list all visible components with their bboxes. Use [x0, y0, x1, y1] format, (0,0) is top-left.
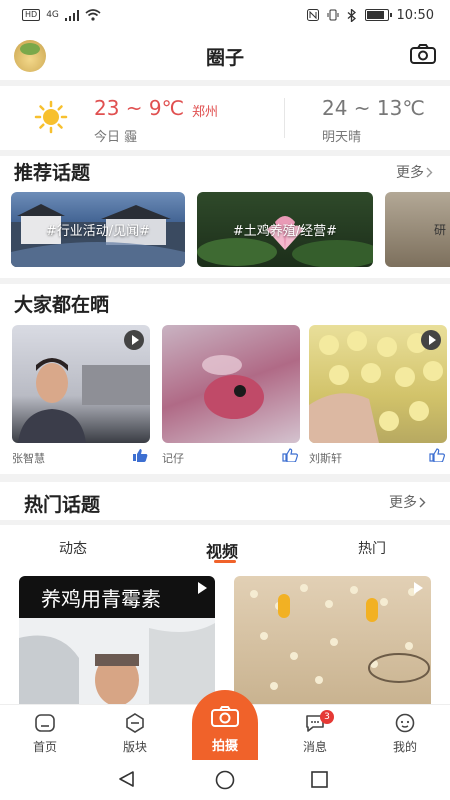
post-username: 刘斯轩	[309, 452, 342, 465]
sun-icon	[34, 100, 68, 134]
home-button-icon[interactable]	[215, 770, 235, 790]
app-screen: HD 4G 10:50 圈子 23 ~ 9℃ 郑州 今日 霾 24 ~ 13℃ …	[0, 0, 450, 800]
profile-icon	[395, 713, 415, 733]
recommended-topics-title: 推荐话题	[14, 162, 91, 184]
battery-icon	[364, 9, 392, 21]
message-badge: 3	[320, 710, 334, 724]
topic-card-chicken-farming[interactable]: #土鸡养殖/经营#	[197, 192, 373, 267]
system-nav-bar	[0, 760, 450, 800]
video-card[interactable]: 养鸡用青霉素	[19, 576, 215, 704]
wifi-icon	[85, 9, 101, 21]
shoot-button[interactable]: 拍摄	[192, 690, 258, 760]
chick-farm-frame	[250, 584, 430, 690]
page-title: 圈子	[205, 46, 244, 69]
nav-label: 首页	[32, 740, 57, 754]
clock: 10:50	[396, 7, 434, 23]
top-app-bar: 圈子	[0, 30, 450, 82]
nfc-icon	[306, 9, 319, 21]
post-username: 记仔	[162, 452, 184, 465]
tab-video[interactable]: 视频	[206, 538, 238, 562]
nav-item-home[interactable]: 首页	[10, 705, 80, 761]
tab-hot[interactable]: 热门	[358, 538, 386, 558]
chick-avatar-icon[interactable]	[14, 40, 46, 72]
topic-card-industry[interactable]: #行业活动/见闻#	[11, 192, 185, 267]
shoot-label: 拍摄	[211, 739, 238, 754]
divider	[0, 80, 450, 86]
topic-label: #行业活动/见闻#	[45, 224, 151, 239]
recents-icon[interactable]	[311, 771, 328, 788]
status-bar: HD 4G 10:50	[0, 0, 450, 30]
video-caption-bar: 养鸡用青霉素	[19, 576, 215, 618]
post-photo[interactable]	[12, 325, 150, 443]
network-type: 4G	[46, 10, 59, 20]
tomorrow-temperature: 24 ~ 13℃	[322, 96, 425, 120]
more-label: 更多	[396, 165, 424, 181]
divider	[0, 150, 450, 156]
play-icon	[124, 330, 144, 350]
topic-label: 研	[433, 223, 446, 237]
chevron-right-icon	[426, 167, 433, 177]
post-username: 张智慧	[12, 452, 45, 465]
play-icon	[421, 330, 441, 350]
home-icon	[35, 714, 55, 732]
like-icon[interactable]	[282, 448, 298, 462]
back-icon[interactable]	[118, 770, 136, 788]
chick-photo	[202, 355, 264, 419]
video-card[interactable]	[234, 576, 431, 704]
nav-item-profile[interactable]: 我的	[370, 705, 440, 761]
nav-label: 消息	[302, 740, 327, 754]
post-photo[interactable]	[309, 325, 447, 443]
nav-item-messages[interactable]: 消息	[280, 705, 350, 761]
today-temperature: 23 ~ 9℃	[94, 96, 185, 120]
recommended-more-link[interactable]: 更多	[396, 162, 433, 182]
hd-indicator: HD	[22, 9, 41, 21]
active-tab-indicator	[214, 560, 236, 563]
video-caption: 养鸡用青霉素	[41, 586, 161, 611]
camera-icon[interactable]	[410, 44, 436, 64]
hot-more-link[interactable]: 更多	[389, 492, 426, 512]
nav-label: 版块	[122, 740, 147, 754]
hot-topics-title: 热门话题	[24, 494, 101, 516]
post-photo[interactable]	[162, 325, 300, 443]
play-icon	[414, 582, 423, 594]
divider	[0, 520, 450, 525]
city-name: 郑州	[192, 105, 219, 120]
divider	[0, 474, 450, 482]
bluetooth-icon	[347, 8, 356, 22]
weather-divider	[284, 98, 285, 138]
topic-card-research[interactable]: 研	[385, 192, 450, 267]
vibrate-icon	[327, 9, 339, 21]
chevron-right-icon	[419, 497, 426, 507]
today-condition: 今日 霾	[94, 130, 138, 145]
like-icon[interactable]	[429, 448, 445, 462]
like-icon-filled[interactable]	[132, 448, 148, 462]
nav-item-section[interactable]: 版块	[100, 705, 170, 761]
nav-label: 我的	[392, 740, 417, 754]
video-frame	[19, 618, 215, 704]
topic-label: #土鸡养殖/经营#	[232, 224, 338, 239]
tab-dynamic[interactable]: 动态	[59, 538, 87, 558]
camera-icon	[211, 706, 239, 727]
divider	[0, 278, 450, 284]
more-label: 更多	[389, 495, 417, 511]
signal-icon	[64, 9, 79, 21]
section-icon	[126, 713, 144, 733]
tomorrow-condition: 明天晴	[322, 130, 362, 145]
play-icon	[198, 582, 207, 594]
weather-widget[interactable]: 23 ~ 9℃ 郑州 今日 霾 24 ~ 13℃ 明天晴	[0, 88, 450, 152]
showing-section-title: 大家都在晒	[14, 294, 110, 316]
